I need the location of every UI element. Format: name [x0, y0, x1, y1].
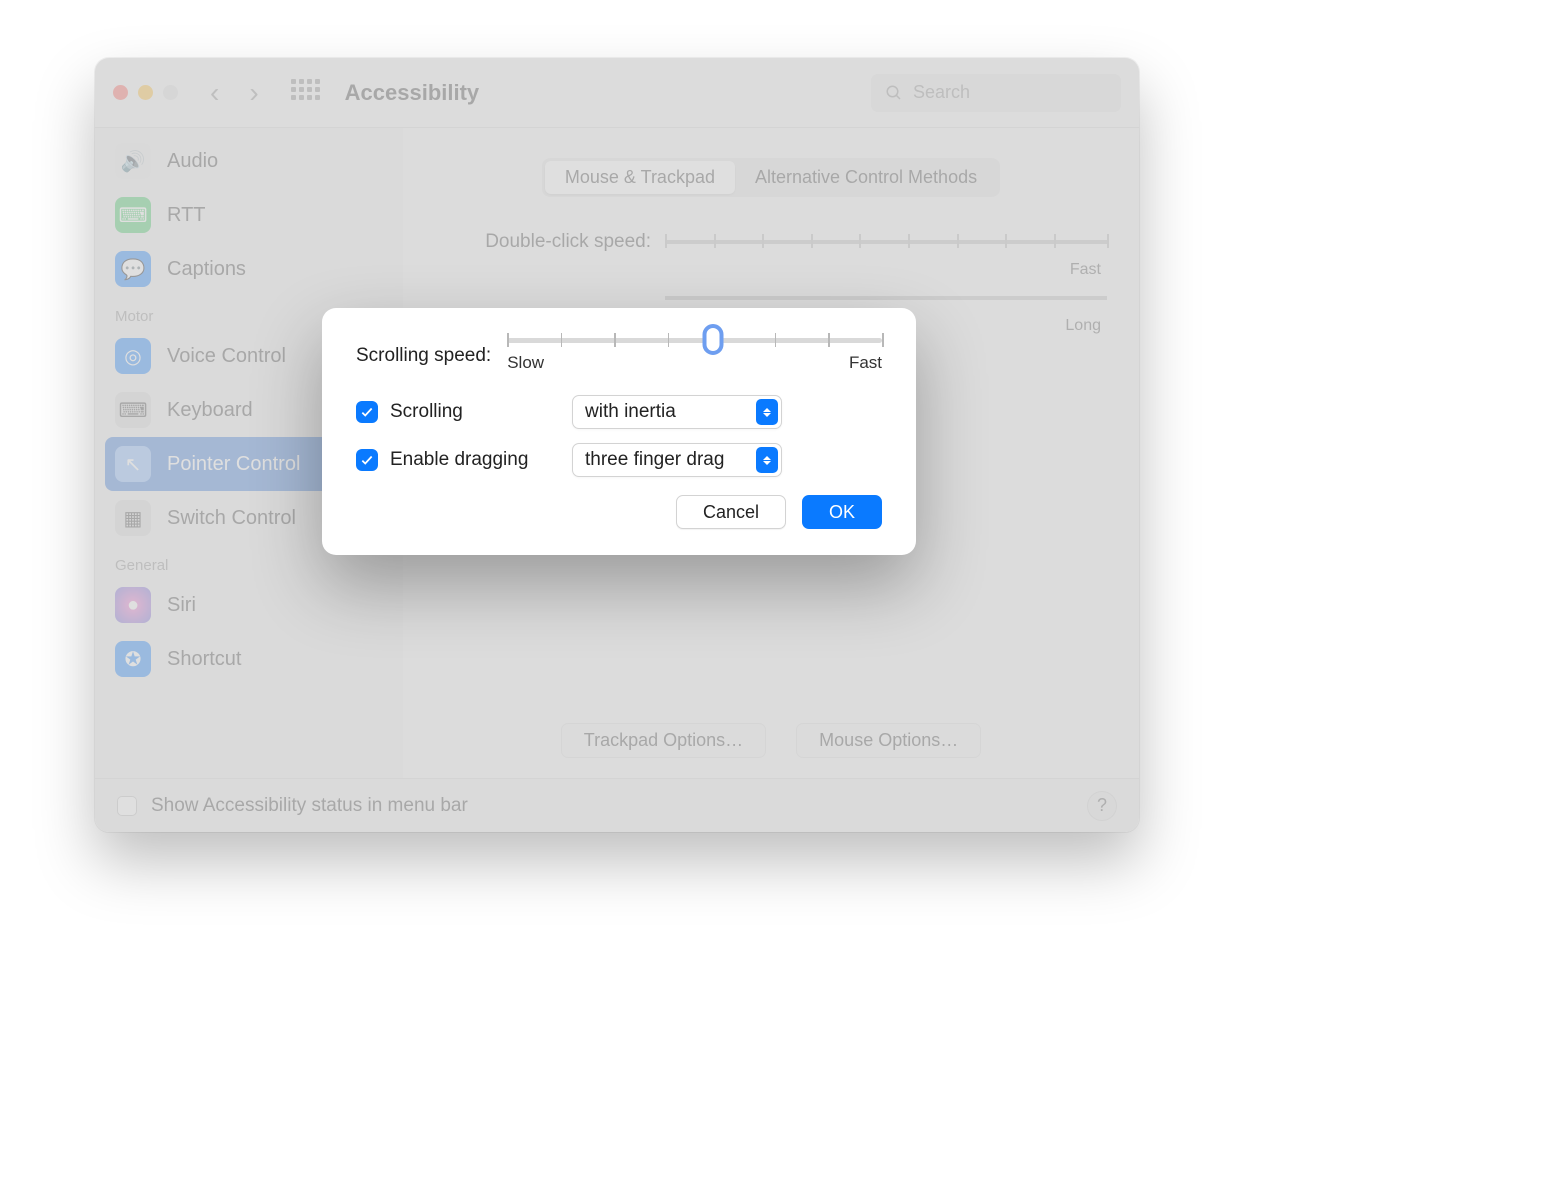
cancel-button[interactable]: Cancel [676, 495, 786, 529]
show-status-label: Show Accessibility status in menu bar [151, 795, 468, 817]
sidebar-item-label: Shortcut [167, 648, 241, 671]
show-status-checkbox[interactable] [117, 796, 137, 816]
zoom-window-button[interactable] [163, 85, 178, 100]
double-click-speed-row: Double-click speed: Fast [435, 231, 1107, 253]
search-icon [885, 84, 903, 102]
pointer-icon: ↖ [115, 446, 151, 482]
search-placeholder: Search [913, 82, 970, 103]
tab-mouse-trackpad[interactable]: Mouse & Trackpad [545, 161, 735, 194]
trackpad-options-sheet: Scrolling speed: Slow Fast Scrolling [322, 308, 916, 555]
scrolling-checkbox-label: Scrolling [390, 401, 560, 423]
toolbar: ‹ › Accessibility Search [95, 58, 1139, 128]
help-button[interactable]: ? [1087, 791, 1117, 821]
dragging-mode-value: three finger drag [585, 449, 724, 471]
rtt-icon: ⌨ [115, 197, 151, 233]
enable-dragging-checkbox[interactable] [356, 449, 378, 471]
scrolling-speed-label: Scrolling speed: [356, 345, 491, 367]
check-icon [360, 453, 374, 467]
spring-long-label: Long [1065, 317, 1101, 335]
keyboard-icon: ⌨ [115, 392, 151, 428]
sidebar-item-captions[interactable]: 💬 Captions [105, 242, 393, 296]
minimize-window-button[interactable] [138, 85, 153, 100]
voice-control-icon: ◎ [115, 338, 151, 374]
scrolling-speed-slider[interactable]: Slow Fast [507, 338, 882, 373]
trackpad-options-button[interactable]: Trackpad Options… [561, 723, 766, 758]
sidebar-item-audio[interactable]: 🔊 Audio [105, 134, 393, 188]
forward-button[interactable]: › [241, 77, 266, 109]
switch-control-icon: ▦ [115, 500, 151, 536]
sidebar-item-siri[interactable]: ● Siri [105, 578, 393, 632]
show-all-icon[interactable] [291, 79, 319, 107]
spring-loading-row: Long [435, 293, 1107, 303]
double-click-speed-slider[interactable] [665, 237, 1107, 247]
back-button[interactable]: ‹ [202, 77, 227, 109]
sidebar-item-label: Voice Control [167, 345, 286, 368]
scrolling-mode-value: with inertia [585, 401, 676, 423]
sidebar-item-label: Siri [167, 594, 196, 617]
sidebar-item-label: Keyboard [167, 399, 253, 422]
scrolling-speed-thumb[interactable] [703, 324, 724, 355]
captions-icon: 💬 [115, 251, 151, 287]
tab-alt-methods[interactable]: Alternative Control Methods [735, 161, 997, 194]
dragging-mode-select[interactable]: three finger drag [572, 443, 782, 477]
sidebar-item-label: Audio [167, 150, 218, 173]
slider-fast-label: Fast [849, 353, 882, 373]
close-window-button[interactable] [113, 85, 128, 100]
double-click-speed-label: Double-click speed: [435, 231, 665, 253]
double-click-fast-label: Fast [1070, 261, 1101, 279]
select-caret-icon [756, 447, 778, 473]
mouse-options-button[interactable]: Mouse Options… [796, 723, 981, 758]
sidebar-item-label: Pointer Control [167, 453, 300, 476]
ok-button[interactable]: OK [802, 495, 882, 529]
sidebar-item-label: RTT [167, 204, 206, 227]
tab-bar: Mouse & Trackpad Alternative Control Met… [435, 158, 1107, 197]
sidebar-item-shortcut[interactable]: ✪ Shortcut [105, 632, 393, 686]
slider-slow-label: Slow [507, 353, 544, 373]
sidebar-item-rtt[interactable]: ⌨ RTT [105, 188, 393, 242]
scrolling-checkbox[interactable] [356, 401, 378, 423]
audio-icon: 🔊 [115, 143, 151, 179]
scrolling-mode-select[interactable]: with inertia [572, 395, 782, 429]
check-icon [360, 405, 374, 419]
spring-loading-slider[interactable] [665, 293, 1107, 303]
footer: Show Accessibility status in menu bar ? [95, 778, 1139, 832]
window-controls [113, 85, 178, 100]
shortcut-icon: ✪ [115, 641, 151, 677]
window-title: Accessibility [345, 80, 480, 106]
enable-dragging-label: Enable dragging [390, 449, 560, 471]
siri-icon: ● [115, 587, 151, 623]
select-caret-icon [756, 399, 778, 425]
sidebar-item-label: Switch Control [167, 507, 296, 530]
search-field[interactable]: Search [871, 74, 1121, 112]
sidebar-item-label: Captions [167, 258, 246, 281]
